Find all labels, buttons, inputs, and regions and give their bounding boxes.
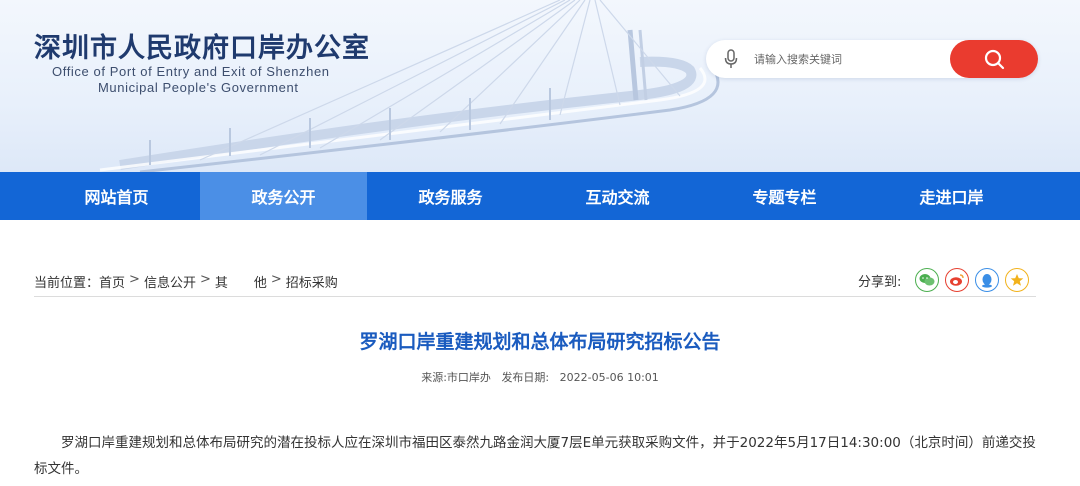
search-button[interactable] — [950, 40, 1038, 78]
search-input[interactable] — [754, 48, 944, 70]
breadcrumb-home[interactable]: 首页 — [99, 272, 125, 291]
article-date: 2022-05-06 10:01 — [559, 371, 659, 384]
divider — [34, 296, 1036, 297]
nav-item-government-affairs[interactable]: 政务公开 — [200, 172, 367, 220]
nav-item-services[interactable]: 政务服务 — [367, 172, 534, 220]
wechat-icon — [919, 274, 935, 286]
share-bar: 分享到: — [858, 268, 1030, 292]
nav-item-interaction[interactable]: 互动交流 — [534, 172, 701, 220]
breadcrumb-procurement[interactable]: 招标采购 — [286, 272, 338, 291]
article-date-label: 发布日期: — [501, 371, 550, 384]
breadcrumb-info-public[interactable]: 信息公开 — [144, 272, 196, 291]
nav-item-topics[interactable]: 专题专栏 — [701, 172, 868, 220]
qq-share-button[interactable] — [975, 268, 1000, 292]
weibo-icon — [950, 274, 965, 286]
qzone-share-button[interactable] — [1005, 268, 1030, 292]
breadcrumb-separator: > — [129, 272, 140, 287]
share-label: 分享到: — [858, 274, 902, 290]
breadcrumb-separator: > — [270, 272, 282, 287]
site-subtitle-en-line2: Municipal People's Government — [98, 80, 299, 95]
nav-item-home[interactable]: 网站首页 — [33, 172, 200, 220]
search-box — [706, 40, 1038, 78]
microphone-icon[interactable] — [724, 49, 738, 69]
site-header: 深圳市人民政府口岸办公室 Office of Port of Entry and… — [0, 0, 1080, 172]
breadcrumb-separator: > — [199, 272, 211, 287]
qzone-star-icon — [1011, 274, 1024, 286]
qq-icon — [982, 273, 993, 288]
site-subtitle-en-line1: Office of Port of Entry and Exit of Shen… — [52, 64, 330, 79]
weibo-share-button[interactable] — [945, 268, 970, 292]
article-body: 罗湖口岸重建规划和总体布局研究的潜在投标人应在深圳市福田区泰然九路金润大厦7层E… — [34, 435, 1036, 477]
search-icon — [984, 49, 1005, 70]
article-source: 来源:市口岸办 — [421, 371, 491, 384]
breadcrumb: 当前位置： 首页 > 信息公开 > 其 他 > 招标采购 — [34, 272, 338, 291]
main-nav: 网站首页 政务公开 政务服务 互动交流 专题专栏 走进口岸 — [0, 172, 1080, 220]
wechat-share-button[interactable] — [915, 268, 940, 292]
breadcrumb-other[interactable]: 其 他 — [215, 272, 267, 291]
nav-item-about-ports[interactable]: 走进口岸 — [868, 172, 1035, 220]
article-title: 罗湖口岸重建规划和总体布局研究招标公告 — [359, 331, 721, 353]
article-meta: 来源:市口岸办 发布日期: 2022-05-06 10:01 — [0, 369, 1080, 385]
breadcrumb-prefix: 当前位置： — [34, 276, 100, 291]
site-title: 深圳市人民政府口岸办公室 — [34, 33, 370, 64]
